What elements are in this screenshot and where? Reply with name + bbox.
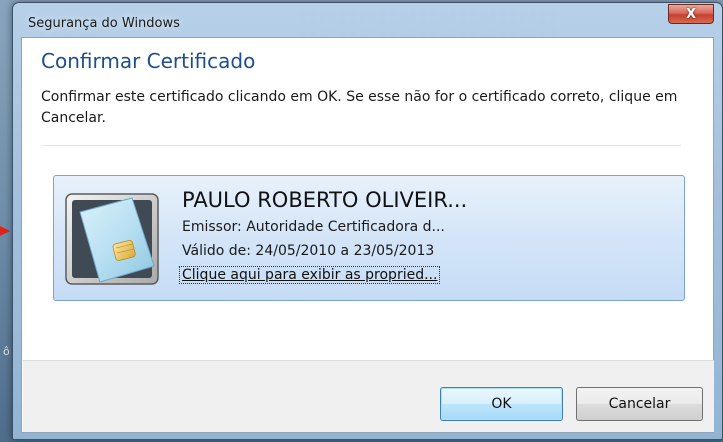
cancel-button[interactable]: Cancelar — [576, 387, 703, 421]
background-glyph: ô — [3, 345, 10, 358]
dialog-heading: Confirmar Certificado — [41, 49, 256, 73]
ok-button[interactable]: OK — [440, 387, 563, 421]
certificate-issuer: Emissor: Autoridade Certificadora d... — [182, 219, 445, 235]
certificate-tile[interactable]: PAULO ROBERTO OLIVEIR... Emissor: Autori… — [53, 175, 685, 301]
window-title: Segurança do Windows — [28, 16, 180, 31]
security-dialog: Segurança do Windows X OK Cancelar Confi… — [12, 2, 723, 440]
view-properties-link[interactable]: Clique aqui para exibir as propried... — [178, 266, 441, 284]
title-bar[interactable]: Segurança do Windows X — [13, 3, 722, 37]
close-icon: X — [685, 6, 697, 22]
dialog-footer: OK Cancelar — [23, 360, 714, 432]
certificate-validity: Válido de: 24/05/2010 a 23/05/2013 — [182, 243, 435, 259]
pointer-arrow-icon — [0, 226, 10, 236]
divider — [41, 145, 681, 146]
smart-card-icon — [65, 193, 159, 285]
dialog-description: Confirmar este certificado clicando em O… — [41, 89, 678, 126]
certificate-name: PAULO ROBERTO OLIVEIR... — [182, 188, 468, 212]
close-button[interactable]: X — [668, 4, 714, 24]
